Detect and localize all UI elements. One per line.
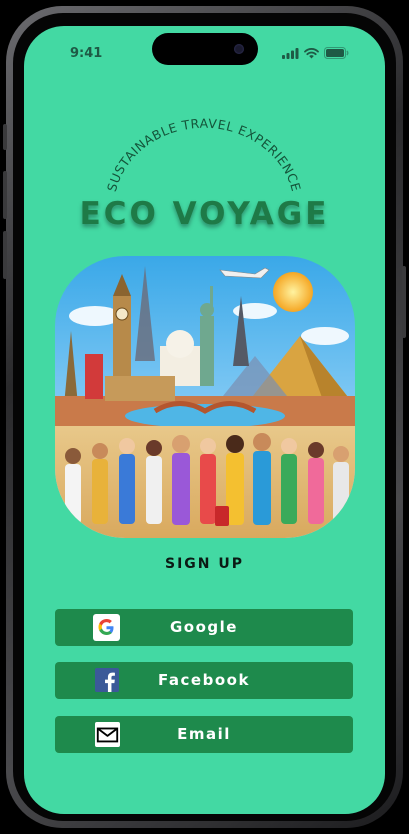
tagline-text: SUSTAINABLE TRAVEL EXPERIENCE xyxy=(104,116,303,193)
signal-icon xyxy=(282,47,299,59)
google-signup-button[interactable]: Google xyxy=(55,609,353,646)
svg-text:SUSTAINABLE TRAVEL EXPERIENCE: SUSTAINABLE TRAVEL EXPERIENCE xyxy=(104,116,304,193)
signup-heading: SIGN UP xyxy=(164,556,244,572)
hero-illustration xyxy=(55,256,355,538)
brand-title: ECO VOYAGE xyxy=(79,196,330,232)
dynamic-island xyxy=(152,33,258,65)
email-button-label: Email xyxy=(177,725,231,743)
facebook-button-label: Facebook xyxy=(158,671,250,689)
front-camera xyxy=(234,44,244,54)
travel-landmarks-illustration xyxy=(55,256,355,538)
action-button xyxy=(3,124,7,150)
power-button xyxy=(402,266,406,338)
email-signup-button[interactable]: Email xyxy=(55,716,353,753)
status-time: 9:41 xyxy=(70,46,103,61)
sun-icon xyxy=(273,272,313,312)
wifi-icon xyxy=(304,47,319,58)
volume-up-button xyxy=(3,171,7,219)
google-button-label: Google xyxy=(170,618,238,636)
battery-icon xyxy=(324,47,349,59)
volume-down-button xyxy=(3,231,7,279)
tagline-arc: SUSTAINABLE TRAVEL EXPERIENCE xyxy=(104,116,304,193)
facebook-signup-button[interactable]: Facebook xyxy=(55,662,353,699)
status-icons xyxy=(282,47,349,59)
app-screen: 9:41 SUSTAINABLE TRAVEL EXPERIENCE ECO V… xyxy=(24,26,385,814)
